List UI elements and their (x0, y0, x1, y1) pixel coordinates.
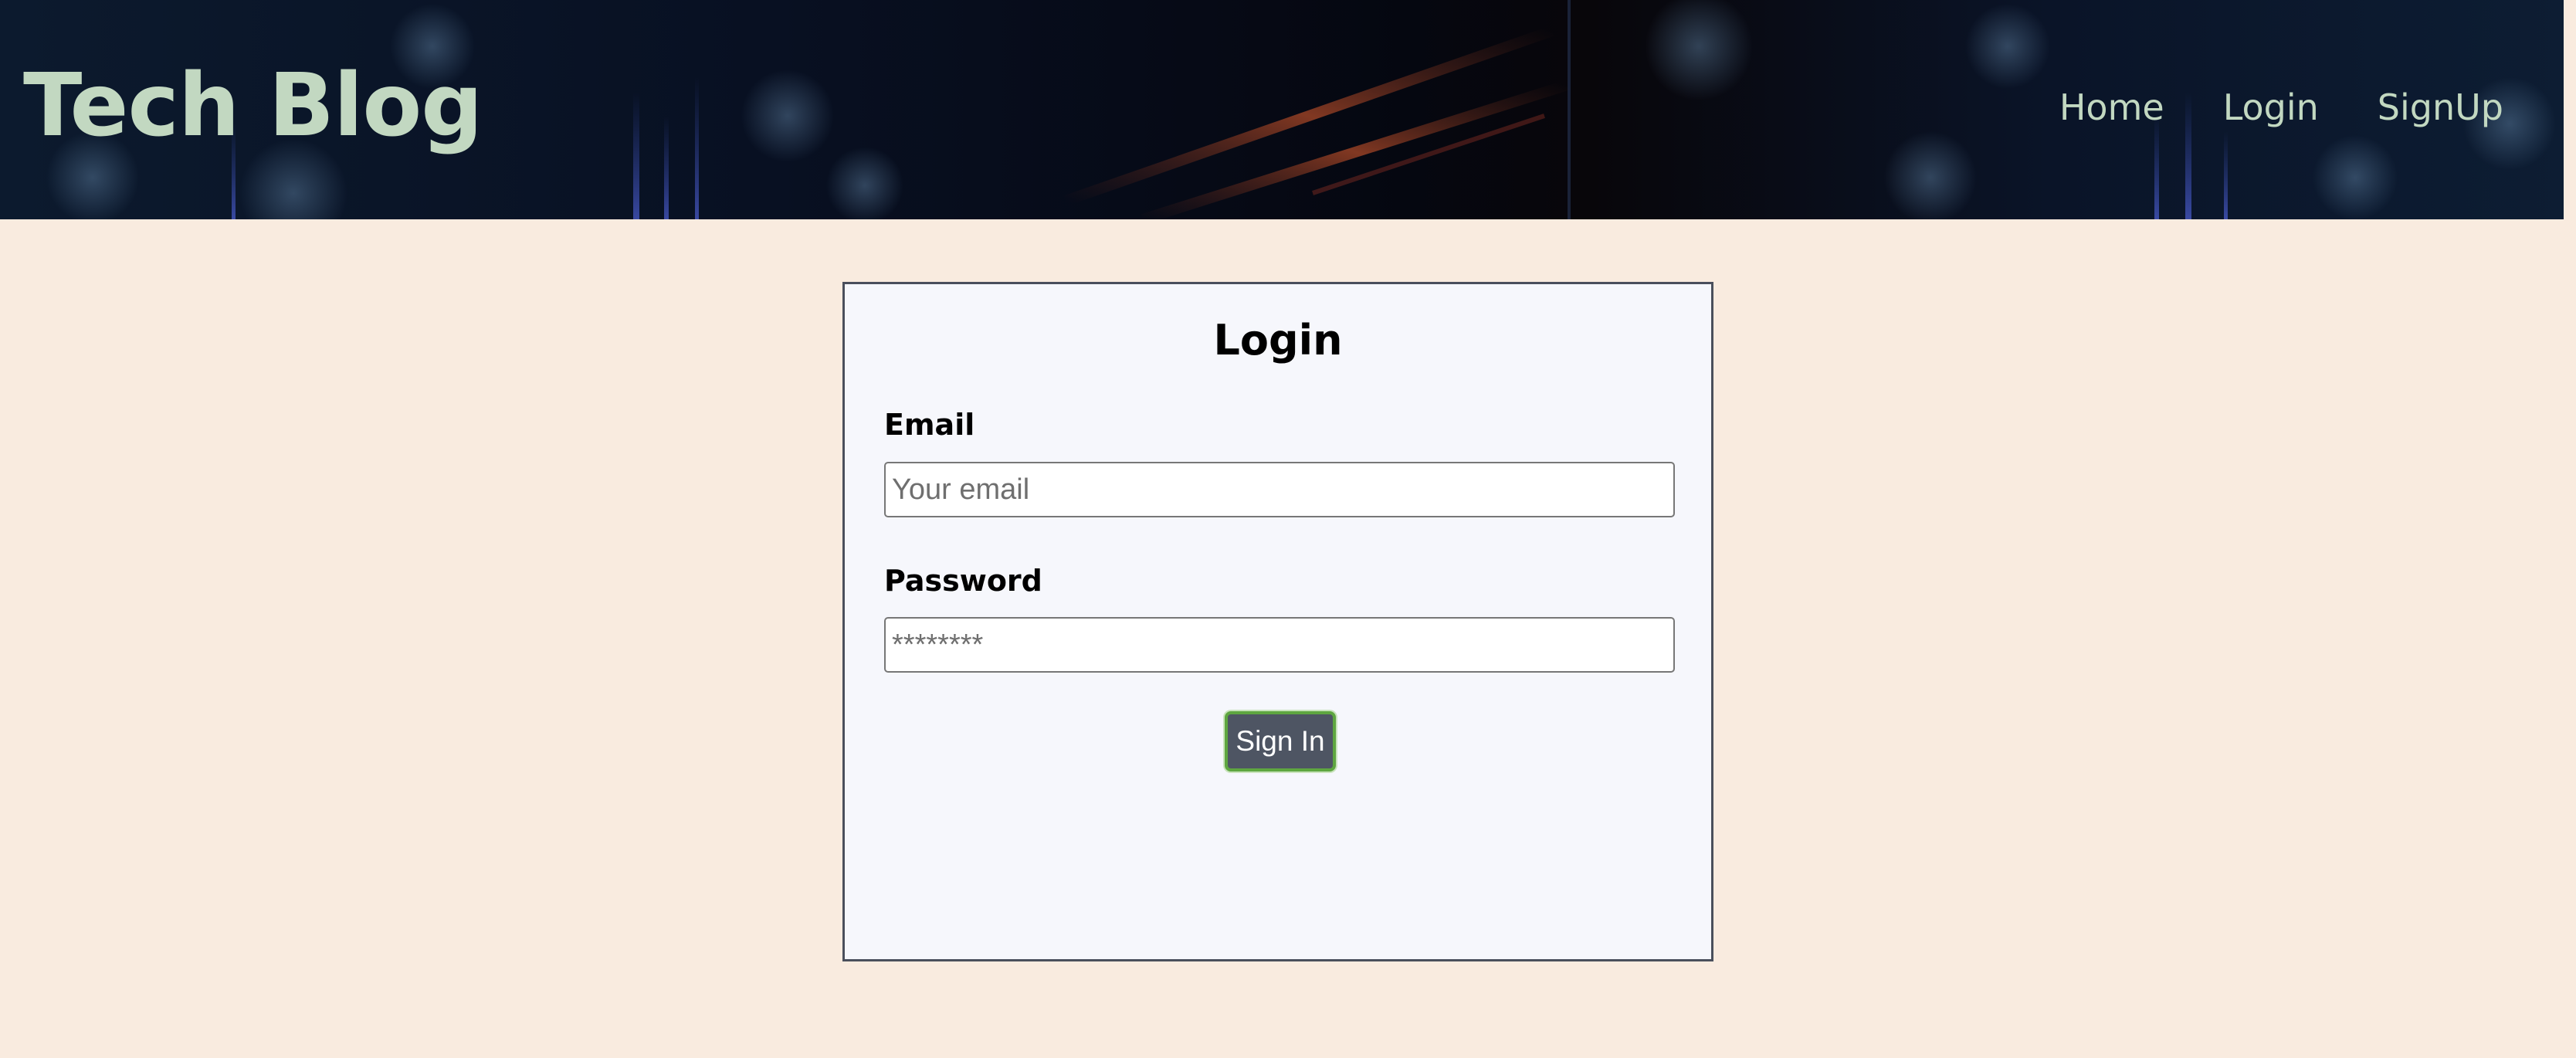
password-label: Password (884, 564, 1042, 598)
sign-in-button[interactable]: Sign In (1225, 711, 1336, 771)
site-header: Tech Blog Home Login SignUp (0, 0, 2564, 219)
email-label: Email (884, 408, 975, 442)
login-form-card: Login Email Password Sign In (842, 282, 1713, 961)
nav-login-link[interactable]: Login (2223, 86, 2319, 129)
password-field[interactable] (884, 617, 1675, 673)
email-field[interactable] (884, 462, 1675, 517)
main-nav: Home Login SignUp (2059, 86, 2503, 129)
nav-home-link[interactable]: Home (2059, 86, 2164, 129)
login-form-title: Login (1213, 316, 1343, 365)
site-title[interactable]: Tech Blog (23, 58, 483, 154)
nav-signup-link[interactable]: SignUp (2378, 86, 2503, 129)
